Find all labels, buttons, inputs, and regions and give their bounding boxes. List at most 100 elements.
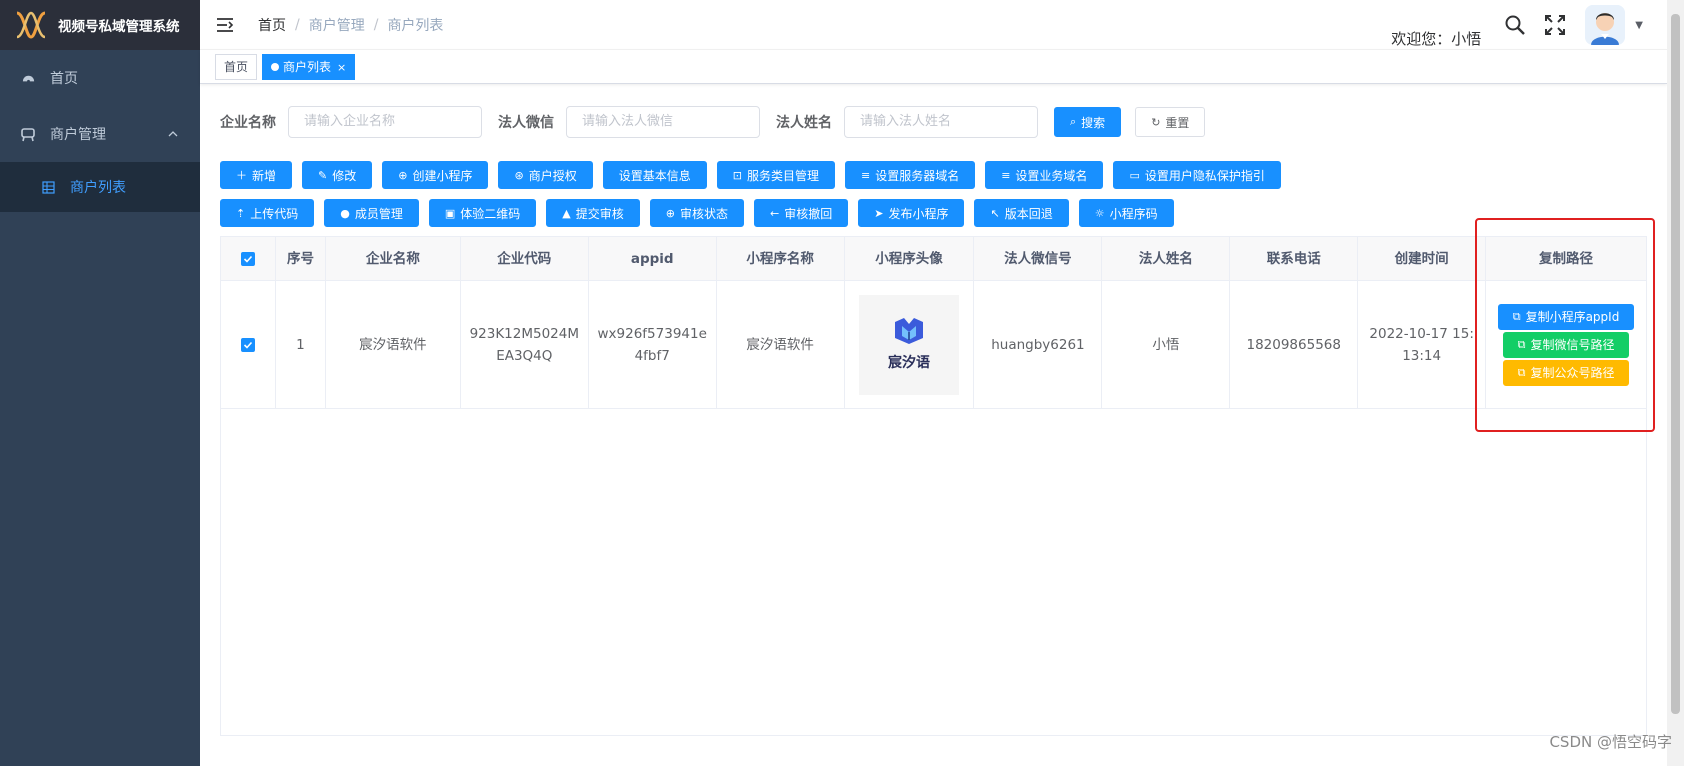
sidebar-item-merchant[interactable]: 商户管理 bbox=[0, 106, 200, 162]
monitor-icon: ▭ bbox=[1129, 168, 1140, 182]
breadcrumb-home[interactable]: 首页 bbox=[258, 15, 286, 35]
sun-icon: ☼ bbox=[1094, 206, 1105, 220]
button-label: 设置业务域名 bbox=[1015, 168, 1088, 183]
tag-home[interactable]: 首页 bbox=[215, 53, 258, 80]
select-all-checkbox[interactable] bbox=[240, 251, 255, 266]
caret-up-icon: ▲ bbox=[562, 206, 571, 220]
dashboard-icon bbox=[20, 70, 36, 86]
close-icon[interactable]: × bbox=[337, 61, 346, 74]
welcome-text: 欢迎您：小悟 bbox=[1391, 29, 1482, 48]
member-manage-button[interactable]: ● 成员管理 bbox=[324, 199, 419, 227]
copy-official-path-button[interactable]: ⧉ 复制公众号路径 bbox=[1502, 359, 1630, 386]
lock-icon: ⊡ bbox=[732, 168, 742, 182]
miniapp-code-button[interactable]: ☼ 小程序码 bbox=[1078, 199, 1174, 227]
company-label: 企业名称 bbox=[220, 115, 276, 131]
plus-icon: ＋ bbox=[236, 169, 247, 182]
audit-status-button[interactable]: ⊕ 审核状态 bbox=[649, 199, 744, 227]
row-checkbox-cell bbox=[221, 281, 276, 408]
audit-withdraw-button[interactable]: ← 审核撤回 bbox=[754, 199, 849, 227]
right-menu: 欢迎您：小悟 ▼ bbox=[1391, 0, 1643, 50]
button-label: 设置基本信息 bbox=[618, 168, 691, 183]
upload-code-button[interactable]: ⇡ 上传代码 bbox=[220, 199, 315, 227]
header-index: 序号 bbox=[276, 237, 326, 280]
button-label: 设置用户隐私保护指引 bbox=[1144, 168, 1265, 183]
name-input[interactable]: 请输入法人姓名 bbox=[844, 106, 1038, 138]
miniapp-avatar-text: 宸汐语 bbox=[888, 354, 931, 371]
button-label: 商户授权 bbox=[528, 168, 577, 183]
reset-button-label: 重置 bbox=[1165, 115, 1190, 130]
basic-info-button[interactable]: 设置基本信息 bbox=[602, 161, 707, 189]
settings-icon: ⊛ bbox=[514, 168, 524, 182]
refresh-icon: ↻ bbox=[1151, 115, 1161, 129]
version-rollback-button[interactable]: ↖ 版本回退 bbox=[974, 199, 1069, 227]
plus-circle-icon: ⊕ bbox=[398, 168, 408, 182]
cell-mini-name: 宸汐语软件 bbox=[717, 281, 845, 408]
sidebar-item-merchant-list[interactable]: 商户列表 bbox=[0, 162, 200, 212]
fullscreen-icon[interactable] bbox=[1544, 14, 1566, 36]
hamburger-icon[interactable] bbox=[216, 16, 234, 34]
miniapp-avatar-image[interactable]: 宸汐语 bbox=[859, 294, 960, 395]
breadcrumb-merchant[interactable]: 商户管理 bbox=[309, 15, 365, 35]
scrollbar[interactable] bbox=[1667, 0, 1684, 766]
header-mini-name: 小程序名称 bbox=[717, 237, 845, 280]
row-checkbox[interactable] bbox=[240, 337, 255, 352]
button-label: 发布小程序 bbox=[888, 206, 949, 221]
cell-appid: wx926f573941e4fbf7 bbox=[589, 281, 717, 408]
caret-down-icon[interactable]: ▼ bbox=[1635, 20, 1643, 31]
merchant-table: 序号 企业名称 企业代码 appid 小程序名称 小程序头像 法人微信号 法人姓… bbox=[220, 236, 1647, 736]
trial-qrcode-button[interactable]: ▣ 体验二维码 bbox=[428, 199, 537, 227]
company-input[interactable]: 请输入企业名称 bbox=[288, 106, 482, 138]
cell-phone: 18209865568 bbox=[1230, 281, 1359, 408]
button-label: 审核状态 bbox=[679, 206, 728, 221]
toolbar-row-1: ＋ 新增 ✎ 修改 ⊕ 创建小程序 ⊛ 商户授权 设置基本信息 ⊡ 服务类目管理 ≡ 设置服… bbox=[220, 161, 1291, 189]
server-domain-button[interactable]: ≡ 设置服务器域名 bbox=[844, 161, 976, 189]
button-label: 创建小程序 bbox=[412, 168, 473, 183]
header-wechat: 法人微信号 bbox=[974, 237, 1103, 280]
button-label: 提交审核 bbox=[575, 206, 624, 221]
sidebar-item-label: 商户列表 bbox=[70, 180, 126, 196]
copy-icon: ⧉ bbox=[1512, 309, 1521, 323]
header-created: 创建时间 bbox=[1358, 237, 1487, 280]
sidebar: 视频号私域管理系统 首页 商户管理 商户列表 bbox=[0, 0, 200, 766]
publish-miniapp-button[interactable]: ➤ 发布小程序 bbox=[858, 199, 965, 227]
sidebar-item-home[interactable]: 首页 bbox=[0, 50, 200, 106]
create-miniapp-button[interactable]: ⊕ 创建小程序 bbox=[382, 161, 489, 189]
merchant-auth-button[interactable]: ⊛ 商户授权 bbox=[498, 161, 593, 189]
search-icon[interactable] bbox=[1504, 14, 1526, 36]
service-category-button[interactable]: ⊡ 服务类目管理 bbox=[716, 161, 835, 189]
copy-wechat-path-button[interactable]: ⧉ 复制微信号路径 bbox=[1502, 331, 1630, 358]
breadcrumb-separator: / bbox=[295, 16, 300, 33]
business-domain-button[interactable]: ≡ 设置业务域名 bbox=[985, 161, 1104, 189]
main-content: 首页 / 商户管理 / 商户列表 欢迎您：小悟 ▼ 首页 商户列表 × 企业名称… bbox=[200, 0, 1667, 766]
tag-merchant-list[interactable]: 商户列表 × bbox=[262, 53, 356, 80]
breadcrumb-separator: / bbox=[373, 16, 379, 33]
wechat-input[interactable]: 请输入法人微信 bbox=[566, 106, 760, 138]
cell-created: 2022-10-17 15:13:14 bbox=[1358, 281, 1487, 408]
button-label: 修改 bbox=[332, 168, 357, 183]
privacy-guide-button[interactable]: ▭ 设置用户隐私保护指引 bbox=[1113, 161, 1281, 189]
table-row[interactable]: 1 宸汐语软件 923K12M5024MEA3Q4Q wx926f573941e… bbox=[221, 281, 1646, 409]
cell-wechat: huangby6261 bbox=[974, 281, 1103, 408]
toolbar-row-2: ⇡ 上传代码 ● 成员管理 ▣ 体验二维码 ▲ 提交审核 ⊕ 审核状态 ← 审核撤回 ➤ 发布… bbox=[220, 199, 1184, 227]
tags-view: 首页 商户列表 × bbox=[200, 50, 1667, 84]
button-label: 服务类目管理 bbox=[746, 168, 819, 183]
submit-audit-button[interactable]: ▲ 提交审核 bbox=[546, 199, 640, 227]
edit-icon: ✎ bbox=[318, 168, 328, 182]
cell-code: 923K12M5024MEA3Q4Q bbox=[461, 281, 589, 408]
reset-button[interactable]: ↻ 重置 bbox=[1135, 107, 1206, 137]
add-button[interactable]: ＋ 新增 bbox=[220, 161, 293, 189]
copy-appid-button[interactable]: ⧉ 复制小程序appId bbox=[1497, 303, 1635, 330]
search-button[interactable]: ⌕ 搜索 bbox=[1054, 107, 1122, 137]
avatar[interactable] bbox=[1585, 5, 1626, 45]
breadcrumb-current: 商户列表 bbox=[387, 17, 444, 34]
button-label: 复制公众号路径 bbox=[1530, 365, 1615, 380]
merchant-icon bbox=[20, 126, 36, 142]
plus-circle-icon: ⊕ bbox=[665, 206, 675, 220]
list-icon: ≡ bbox=[1001, 168, 1011, 182]
button-label: 复制小程序appId bbox=[1525, 309, 1620, 324]
button-label: 版本回退 bbox=[1004, 206, 1053, 221]
tag-label: 商户列表 bbox=[283, 59, 332, 74]
logo[interactable]: 视频号私域管理系统 bbox=[0, 0, 200, 50]
scrollbar-thumb[interactable] bbox=[1671, 14, 1680, 714]
edit-button[interactable]: ✎ 修改 bbox=[302, 161, 373, 189]
